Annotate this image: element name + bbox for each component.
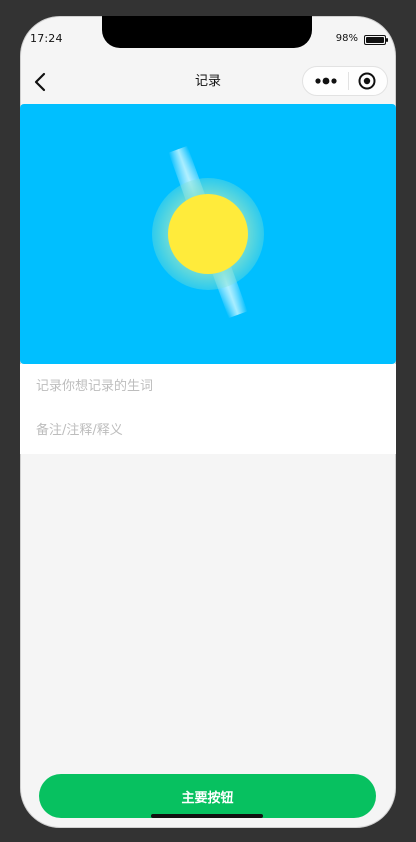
capsule-divider <box>347 72 349 90</box>
battery-icon <box>364 35 388 45</box>
word-form <box>20 364 396 454</box>
more-button[interactable] <box>315 77 339 85</box>
navigation-bar: 记录 <box>20 60 396 104</box>
chevron-left-icon <box>34 72 46 92</box>
status-time: 17:24 <box>30 32 63 45</box>
banner-image <box>20 104 396 364</box>
device-notch <box>102 16 312 48</box>
close-mini-program-button[interactable] <box>357 71 377 91</box>
battery-percent: 98% <box>335 33 358 44</box>
back-button[interactable] <box>28 70 52 94</box>
more-dots-icon <box>315 77 337 85</box>
sun-illustration-icon <box>152 145 264 319</box>
note-input[interactable] <box>36 408 376 452</box>
target-circle-icon <box>358 72 376 90</box>
word-input[interactable] <box>36 364 376 408</box>
battery-fill <box>366 37 384 43</box>
home-indicator <box>151 814 263 818</box>
mini-program-capsule <box>302 66 388 96</box>
primary-button[interactable]: 主要按钮 <box>39 774 376 818</box>
phone-screen: 17:24 98% 记录 记录你想记录的生词 备注/注释/释义 主要按钮 <box>20 16 396 828</box>
